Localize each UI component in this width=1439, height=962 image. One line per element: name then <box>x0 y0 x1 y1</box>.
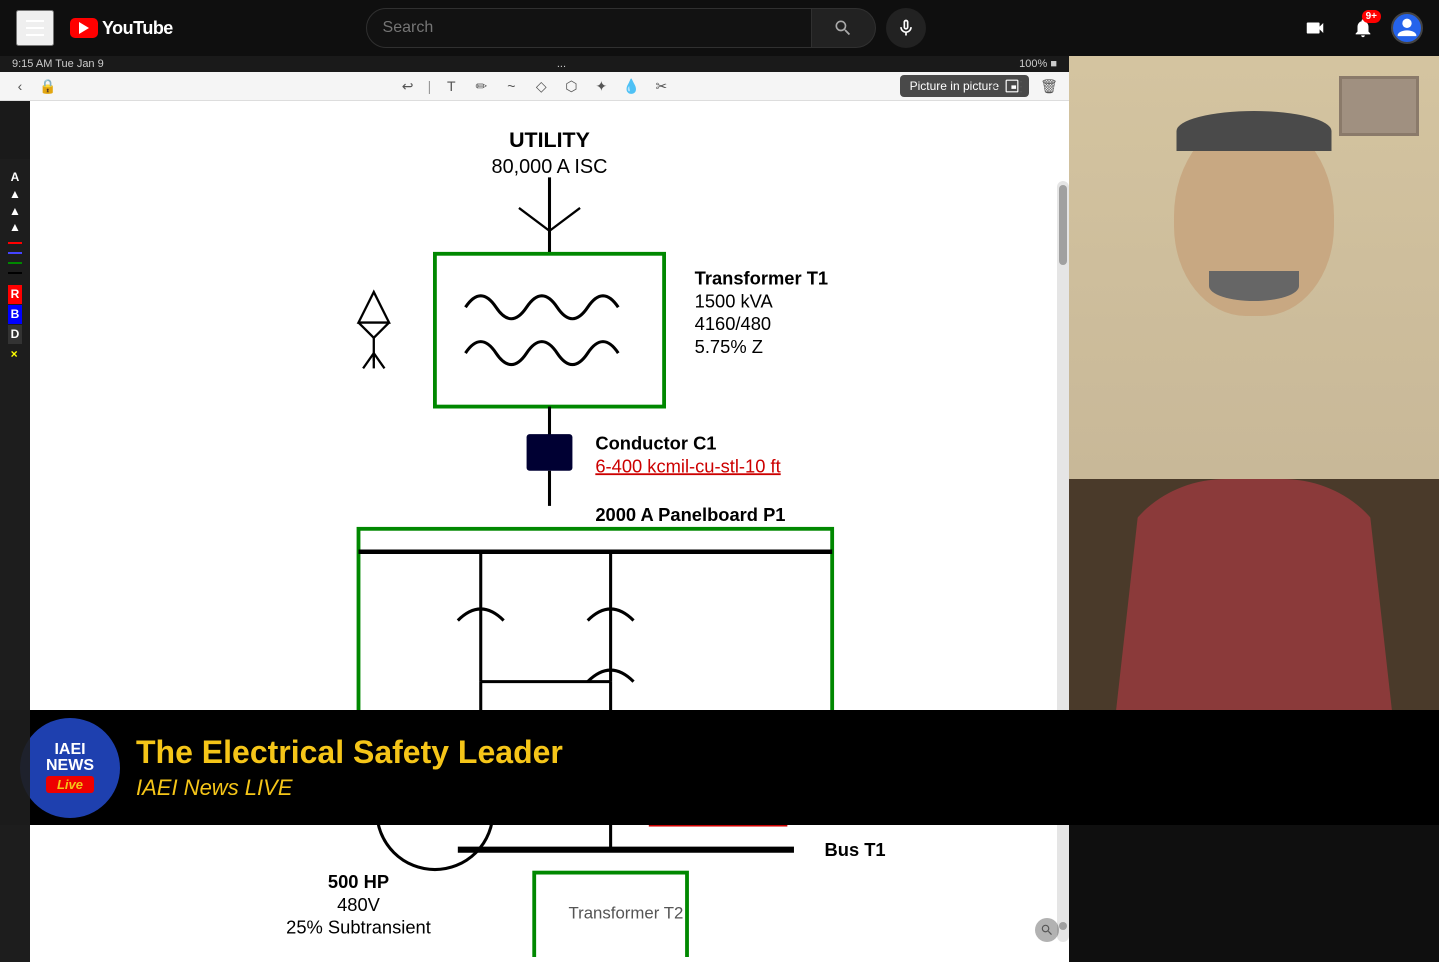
search-bar <box>366 8 812 48</box>
tablet-status-bar: 9:15 AM Tue Jan 9 ... 100% ■ <box>0 56 1069 72</box>
microphone-button[interactable] <box>886 8 926 48</box>
notification-badge: 9+ <box>1362 10 1381 23</box>
conductor-c1-label: Conductor C1 <box>595 432 716 453</box>
shape-tool-2[interactable]: ⬡ <box>561 76 581 96</box>
text-tool[interactable]: T <box>441 76 461 96</box>
left-annotation-toolbar: A ▲ ▲ ▲ R B D × <box>0 159 30 962</box>
diagram-scrollbar[interactable] <box>1057 181 1069 942</box>
motor-voltage: 480V <box>337 894 381 915</box>
channel-logo-inner: IAEI NEWS Live <box>46 742 94 793</box>
utility-label: UTILITY <box>509 128 590 152</box>
fill-tool[interactable]: 💧 <box>621 76 641 96</box>
logo-line3: Live <box>46 776 94 793</box>
tool-tri2[interactable]: ▲ <box>9 203 21 220</box>
transformer-label: Transformer T1 <box>695 267 828 288</box>
electrical-diagram: UTILITY 80,000 A ISC <box>30 101 1069 957</box>
zoom-in-icon <box>1040 923 1054 937</box>
logo-line2: NEWS <box>46 758 94 774</box>
notifications-button[interactable]: 9+ <box>1343 8 1383 48</box>
person-body <box>1114 479 1394 729</box>
transformer-z: 5.75% Z <box>695 336 763 357</box>
youtube-logo[interactable]: YouTube <box>70 18 173 39</box>
create-icon <box>1304 17 1326 39</box>
motor-hp: 500 HP <box>328 871 389 892</box>
shape-tool-1[interactable]: ◇ <box>531 76 551 96</box>
status-time: 9:15 AM Tue Jan 9 <box>12 58 104 70</box>
tool-B[interactable]: B <box>8 305 23 324</box>
panelboard-label: 2000 A Panelboard P1 <box>595 504 785 525</box>
pencil-tool[interactable]: ~ <box>501 76 521 96</box>
avatar-icon <box>1393 14 1421 42</box>
zoom-icon[interactable] <box>1035 918 1059 942</box>
channel-title: The Electrical Safety Leader <box>136 734 563 771</box>
tool-R[interactable]: R <box>8 285 23 304</box>
logo-line1: IAEI <box>46 742 94 758</box>
transformer-voltage: 4160/480 <box>695 313 771 334</box>
create-button[interactable] <box>1295 8 1335 48</box>
channel-subtitle: IAEI News LIVE <box>136 775 563 801</box>
youtube-wordmark: YouTube <box>102 18 173 39</box>
tool-tri1[interactable]: ▲ <box>9 186 21 203</box>
star-tool[interactable]: ✦ <box>591 76 611 96</box>
youtube-icon <box>70 18 98 38</box>
channel-info: IAEI NEWS Live The Electrical Safety Lea… <box>0 710 1439 825</box>
tool-A[interactable]: A <box>9 169 21 186</box>
tool-tri3[interactable]: ▲ <box>9 219 21 236</box>
tool-X[interactable]: × <box>8 345 23 364</box>
screen-content: A ▲ ▲ ▲ R B D × <box>0 101 1069 962</box>
search-input[interactable] <box>383 19 795 37</box>
status-center: ... <box>557 58 566 70</box>
bus-label: Bus T1 <box>825 839 886 860</box>
add-button[interactable]: + <box>983 76 1003 96</box>
motor-type: 25% Subtransient <box>286 917 431 938</box>
trash-icon: 🗑 <box>1039 76 1059 96</box>
tablet-toolbar: ‹ 🔒 ↩ | T ✏ ~ ◇ ⬡ ✦ 💧 ✂ Picture in pictu… <box>0 72 1069 101</box>
search-button[interactable] <box>812 8 876 48</box>
search-icon <box>833 18 853 38</box>
header-right: 9+ <box>1295 8 1423 48</box>
person-beard <box>1209 271 1299 301</box>
undo-button[interactable]: ↩ <box>398 76 418 96</box>
transformer-t2-partial: Transformer T2 <box>568 903 683 922</box>
scrollbar-thumb <box>1059 185 1067 265</box>
status-right: 100% ■ <box>1019 58 1057 70</box>
hamburger-button[interactable] <box>16 10 54 46</box>
header: YouTube 9+ <box>0 0 1439 56</box>
channel-text: The Electrical Safety Leader IAEI News L… <box>136 734 563 801</box>
avatar-button[interactable] <box>1391 12 1423 44</box>
lock-icon: 🔒 <box>38 76 58 96</box>
person-hair <box>1177 111 1332 151</box>
separator: | <box>428 78 432 94</box>
pen-tool[interactable]: ✏ <box>471 76 491 96</box>
tool-D[interactable]: D <box>8 325 23 344</box>
more-button[interactable]: ⋮ <box>1011 76 1031 96</box>
diagram-area: UTILITY 80,000 A ISC <box>30 101 1069 962</box>
microphone-icon <box>896 18 916 38</box>
search-container <box>366 8 926 48</box>
conductor-c1-spec: 6-400 kcmil-cu-stl-10 ft <box>595 455 780 476</box>
utility-rating: 80,000 A ISC <box>492 156 608 178</box>
channel-logo[interactable]: IAEI NEWS Live <box>20 718 120 818</box>
transformer-kva: 1500 kVA <box>695 290 774 311</box>
back-button[interactable]: ‹ <box>10 76 30 96</box>
eraser-tool[interactable]: ✂ <box>651 76 671 96</box>
